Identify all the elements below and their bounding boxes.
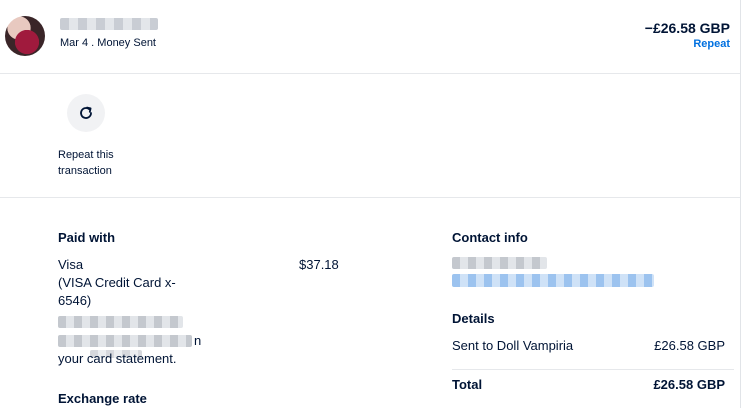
payment-method: Visa (58, 257, 84, 272)
details-divider (452, 369, 734, 370)
redacted-text (58, 335, 192, 347)
paid-amount: $37.18 (299, 257, 339, 272)
repeat-section: Repeat this transaction (0, 74, 740, 198)
exchange-rate-title: Exchange rate (58, 391, 147, 406)
total-label: Total (452, 377, 483, 392)
card-description-line2: 6546) (58, 293, 92, 308)
panel-border (740, 0, 741, 408)
recipient-name-redacted (60, 18, 158, 30)
avatar (5, 16, 45, 56)
contact-email-redacted[interactable] (452, 274, 654, 287)
sent-to-amount: £26.58 GBP (654, 338, 725, 353)
card-description-line1: (VISA Credit Card x- (58, 275, 176, 290)
total-amount: £26.58 GBP (653, 377, 725, 392)
refresh-icon (80, 106, 92, 119)
transaction-amount: −£26.58 GBP (644, 20, 730, 36)
paid-with-title: Paid with (58, 230, 116, 245)
statement-note-end: n (194, 333, 202, 348)
transaction-header: Mar 4 . Money Sent −£26.58 GBP Repeat (0, 0, 740, 74)
contact-name-redacted (452, 257, 547, 269)
sent-to-label: Sent to Doll Vampiria (452, 338, 574, 353)
details-title: Details (452, 311, 495, 326)
repeat-transaction-label: Repeat this transaction (58, 149, 114, 177)
transaction-date-status: Mar 4 . Money Sent (60, 37, 156, 49)
redacted-text (58, 316, 183, 328)
repeat-link[interactable]: Repeat (693, 38, 730, 50)
statement-note: your card statement. (58, 351, 177, 366)
transaction-details-panel: Mar 4 . Money Sent −£26.58 GBP Repeat Re… (0, 0, 740, 408)
repeat-transaction-button[interactable] (67, 94, 105, 132)
contact-info-title: Contact info (452, 230, 528, 245)
